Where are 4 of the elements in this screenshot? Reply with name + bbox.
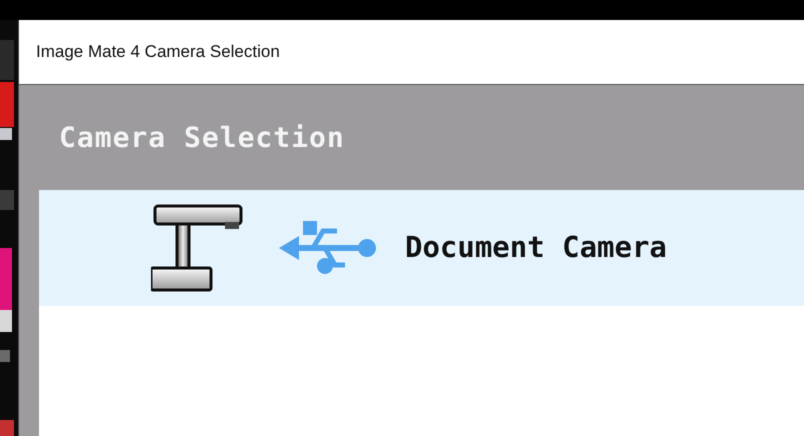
camera-name: Document Camera — [405, 229, 667, 266]
camera-list-item[interactable]: Document Camera — [39, 190, 804, 306]
window-title: Image Mate 4 Camera Selection — [36, 41, 280, 64]
panel-heading: Camera Selection — [59, 120, 345, 156]
